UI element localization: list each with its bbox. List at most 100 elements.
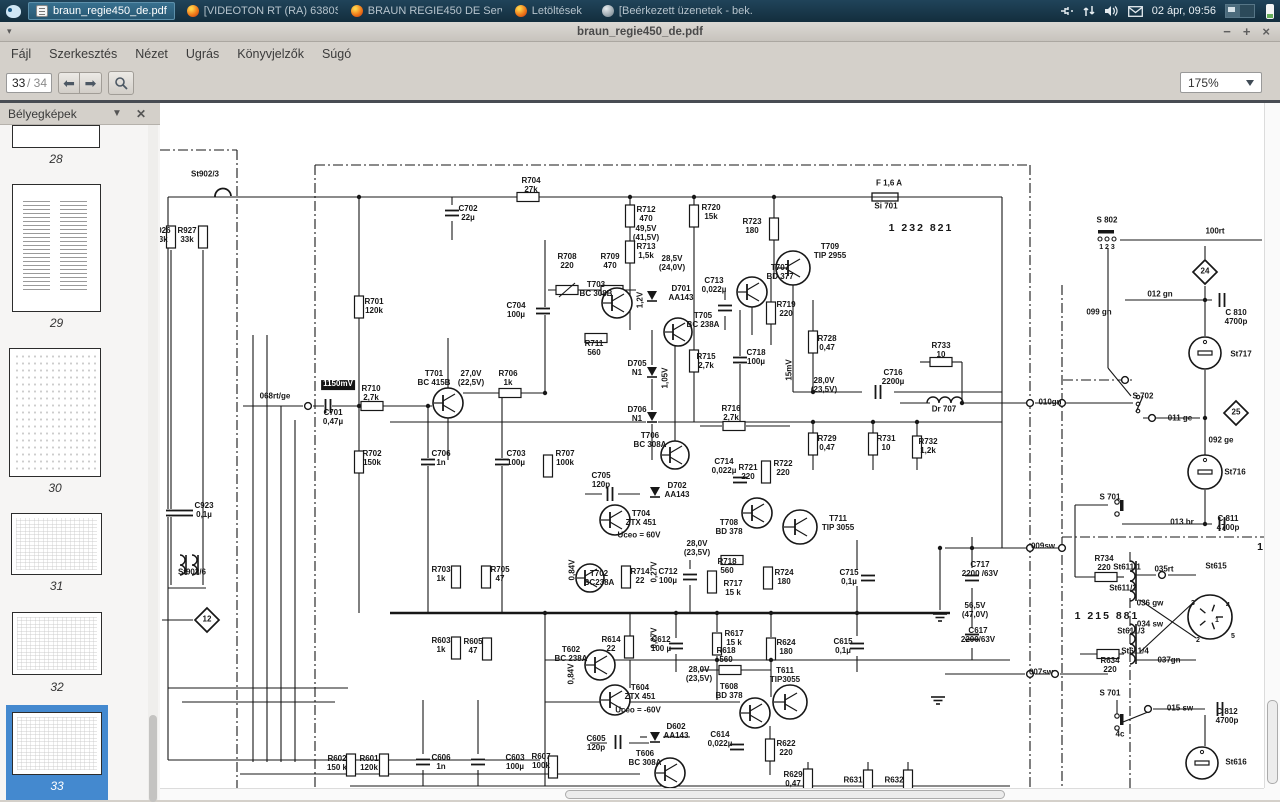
zoom-dropdown-arrow[interactable] bbox=[1239, 73, 1261, 92]
schematic-label: T707 BD 377 bbox=[766, 263, 794, 281]
firefox-icon bbox=[186, 5, 199, 17]
schematic-label: Dr 707 bbox=[931, 404, 957, 414]
schematic-label: R703 1k bbox=[431, 565, 451, 583]
schematic-label: R732 1,2k bbox=[918, 437, 938, 455]
schematic-label: 1 215 881 bbox=[1074, 610, 1140, 623]
schematic-label: R716 2,7k bbox=[721, 404, 741, 422]
window-titlebar[interactable]: ▾ braun_regie450_de.pdf − + × bbox=[0, 22, 1280, 42]
schematic-label: C606 1n bbox=[431, 753, 451, 771]
maximize-button[interactable]: + bbox=[1243, 23, 1251, 41]
mail-notification-icon[interactable] bbox=[1127, 5, 1143, 17]
menu-szerkesztés[interactable]: Szerkesztés bbox=[40, 44, 126, 64]
horizontal-scrollbar-thumb[interactable] bbox=[565, 790, 1005, 799]
workspace-1[interactable] bbox=[1226, 5, 1240, 17]
notes-plugin-icon[interactable] bbox=[1266, 3, 1274, 19]
zoom-level-select[interactable]: 175% bbox=[1180, 72, 1262, 93]
schematic-label: 0,84V bbox=[566, 663, 576, 685]
network-updown-icon[interactable] bbox=[1083, 5, 1095, 17]
schematic-label: R614 22 bbox=[601, 635, 621, 653]
schematic-label: R731 10 bbox=[876, 434, 896, 452]
schematic-label: R622 220 bbox=[776, 739, 796, 757]
schematic-label: D602 AA143 bbox=[663, 722, 689, 740]
schematic-label: 1 2 3 bbox=[1099, 244, 1115, 252]
taskbar-window-label: Letöltések bbox=[531, 5, 582, 17]
document-canvas[interactable]: St902/3 R926 33k R927 33k C702 22µ R704 27k R… bbox=[160, 103, 1264, 788]
schematic-label: 035rt bbox=[1154, 564, 1174, 574]
schematic-label: R708 220 bbox=[557, 252, 577, 270]
thumbnail-page-29[interactable] bbox=[12, 184, 101, 312]
schematic-label: 1 232 821 bbox=[888, 222, 954, 235]
schematic-label: Uceo = 60V bbox=[617, 530, 661, 540]
taskbar-window-button[interactable]: BRAUN REGIE450 DE Servic... bbox=[343, 2, 503, 20]
schematic-label: R632 bbox=[884, 775, 904, 785]
page-number-input[interactable]: 33 / 34 bbox=[6, 73, 52, 93]
workspace-pager[interactable] bbox=[1225, 4, 1255, 18]
window-buttons: braun_regie450_de.pdf [VIDEOTON RT (RA) 6… bbox=[26, 2, 756, 20]
taskbar-window-label: BRAUN REGIE450 DE Servic... bbox=[367, 5, 502, 17]
close-button[interactable]: × bbox=[1262, 23, 1270, 41]
schematic-label: 007sw bbox=[1028, 667, 1054, 677]
schematic-label: T606 BC 308A bbox=[628, 749, 662, 767]
menu-ugrás[interactable]: Ugrás bbox=[177, 44, 228, 64]
taskbar-window-button[interactable]: [VIDEOTON RT (RA) 6380S ... bbox=[179, 2, 339, 20]
menu-súgó[interactable]: Súgó bbox=[313, 44, 360, 64]
search-icon bbox=[115, 77, 128, 90]
power-plug-icon[interactable] bbox=[1060, 5, 1074, 17]
schematic-label: R603 1k bbox=[431, 636, 451, 654]
vertical-scrollbar[interactable] bbox=[1264, 103, 1280, 788]
schematic-label: 1 bbox=[1215, 617, 1219, 625]
search-button[interactable] bbox=[108, 71, 134, 95]
clock[interactable]: 02 ápr, 09:56 bbox=[1152, 5, 1216, 17]
schematic-label: 56,5V (47,0V) bbox=[961, 601, 989, 619]
schematic-label: T706 BC 308A bbox=[633, 431, 667, 449]
schematic-label: 0,27V bbox=[649, 561, 659, 583]
horizontal-scrollbar[interactable] bbox=[160, 788, 1264, 800]
thumbnail-page-31[interactable] bbox=[11, 513, 102, 575]
schematic-label: D706 N1 bbox=[627, 405, 647, 423]
sidebar-scrollbar[interactable] bbox=[148, 125, 158, 802]
schematic-label: Uceo = -60V bbox=[615, 705, 661, 715]
menu-könyvjelzők[interactable]: Könyvjelzők bbox=[228, 44, 313, 64]
next-page-button[interactable]: ➡ bbox=[80, 72, 102, 94]
schematic-label: S 702 bbox=[1132, 391, 1154, 401]
schematic-label: R601 120k bbox=[359, 754, 379, 772]
minimize-button[interactable]: − bbox=[1223, 23, 1231, 41]
schematic-label: C716 2200µ bbox=[881, 368, 905, 386]
schematic-label: R605 47 bbox=[463, 637, 483, 655]
schematic-label: 49,5V (41,5V) bbox=[632, 224, 660, 242]
workspace-2[interactable] bbox=[1240, 5, 1254, 17]
schematic-label: C923 0,1µ bbox=[194, 501, 214, 519]
schematic-label: 099 gn bbox=[1086, 307, 1112, 317]
vertical-scrollbar-thumb[interactable] bbox=[1267, 700, 1278, 784]
menu-fájl[interactable]: Fájl bbox=[2, 44, 40, 64]
schematic-label: 0,84V bbox=[567, 559, 577, 581]
previous-page-button[interactable]: ⬅ bbox=[58, 72, 80, 94]
schematic-label: T709 TIP 2955 bbox=[813, 242, 847, 260]
toolbar: 33 / 34 ⬅ ➡ 175% bbox=[0, 66, 1280, 100]
schematic-label: T702 BC238A bbox=[583, 569, 615, 587]
schematic-label: 015 sw bbox=[1166, 703, 1194, 713]
schematic-label: St615 bbox=[1205, 561, 1227, 571]
menu-nézet[interactable]: Nézet bbox=[126, 44, 177, 64]
thumbnail-page-32[interactable] bbox=[12, 612, 102, 675]
taskbar-window-button[interactable]: [Beérkezett üzenetek - bek... bbox=[594, 2, 754, 20]
schematic-label: 4 bbox=[1226, 602, 1230, 610]
schematic-label: 28,5V (24,0V) bbox=[658, 254, 686, 272]
schematic-label: C703 100µ bbox=[506, 449, 526, 467]
taskbar-window-button[interactable]: Letöltések bbox=[507, 2, 590, 20]
schematic-label: 013 br bbox=[1170, 517, 1194, 527]
volume-icon[interactable] bbox=[1104, 5, 1119, 17]
schematic-label: St902/6 bbox=[177, 567, 207, 577]
taskbar-window-button[interactable]: braun_regie450_de.pdf bbox=[28, 2, 175, 20]
thumbnail-page-28[interactable] bbox=[12, 125, 100, 148]
thumbnail-page-number: 33 bbox=[50, 779, 64, 793]
window-menu-icon[interactable]: ▾ bbox=[7, 26, 12, 37]
thumbnail-page-30[interactable] bbox=[9, 348, 101, 477]
schematic-label: C702 22µ bbox=[458, 204, 478, 222]
applications-menu-button[interactable] bbox=[0, 0, 26, 22]
current-page[interactable]: 33 bbox=[7, 76, 25, 90]
schematic-label: R713 1,5k bbox=[636, 242, 656, 260]
sidebar-scrollbar-thumb[interactable] bbox=[149, 715, 157, 802]
schematic-label: 28,0V (23,5V) bbox=[683, 539, 711, 557]
thumbnail-page-33[interactable] bbox=[12, 712, 102, 775]
